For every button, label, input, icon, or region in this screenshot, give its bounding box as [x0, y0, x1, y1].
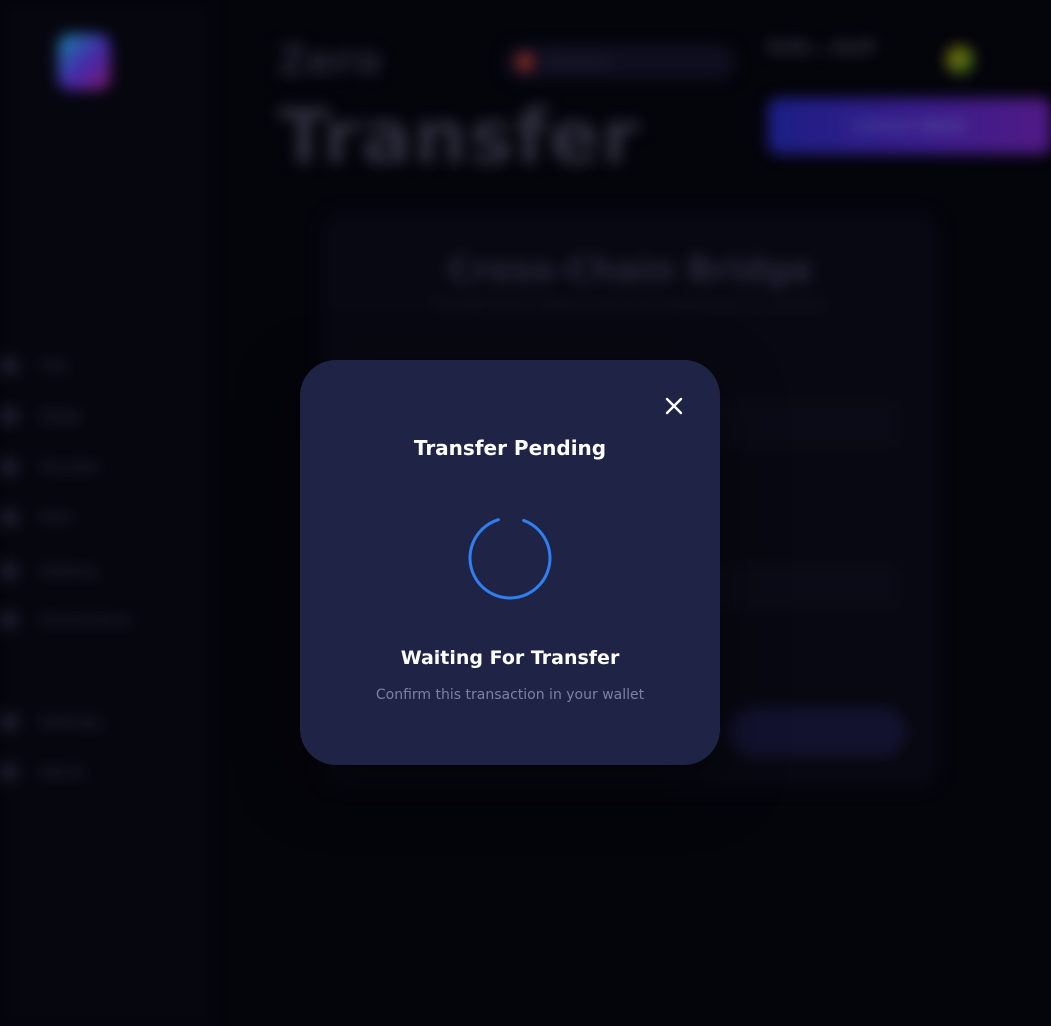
close-icon — [665, 397, 683, 415]
close-button[interactable] — [660, 392, 688, 420]
modal-title: Transfer Pending — [413, 436, 607, 460]
transfer-pending-modal: Transfer Pending Waiting For Transfer Co… — [300, 360, 720, 765]
status-title: Waiting For Transfer — [400, 647, 620, 669]
status-subtitle: Confirm this transaction in your wallet — [375, 687, 645, 703]
page: Info Swap Transfer Pool Staking Governan… — [0, 0, 1051, 1026]
spinner-icon — [468, 518, 552, 600]
